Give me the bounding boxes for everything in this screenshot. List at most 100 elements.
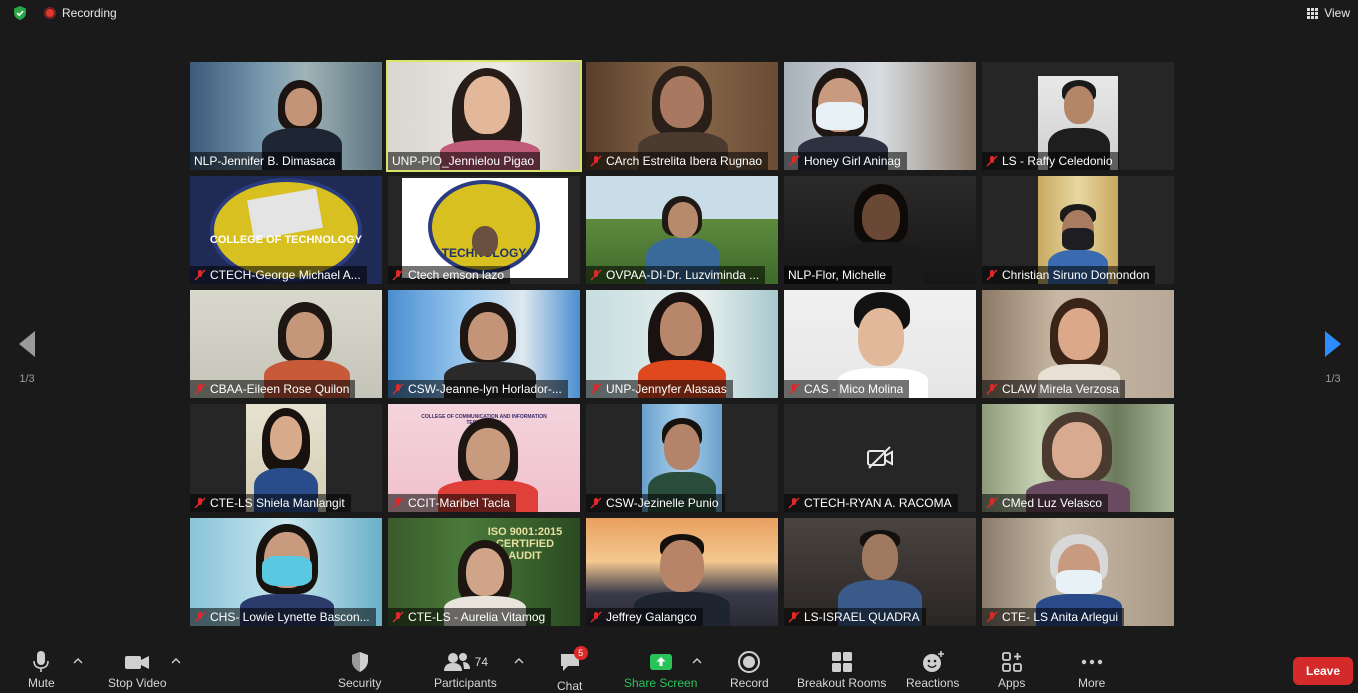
mic-muted-icon [194, 497, 206, 509]
participant-tile[interactable]: COLLEGE OF COMMUNICATION AND INFORMATION… [388, 404, 580, 512]
participant-name: NLP-Flor, Michelle [788, 268, 887, 282]
participant-name: CAS - Mico Molina [804, 382, 904, 396]
participants-button[interactable]: 74 Participants [434, 650, 497, 690]
previous-page-button[interactable]: 1/3 [2, 330, 52, 385]
participant-tile[interactable]: ISO 9001:2015 CERTIFIED AUDIT CTE-LS - A… [388, 518, 580, 626]
breakout-rooms-button[interactable]: Breakout Rooms [797, 650, 886, 690]
arrow-left-icon [19, 331, 35, 357]
video-options-chevron-icon[interactable] [171, 657, 181, 665]
mute-button[interactable]: Mute [28, 650, 55, 690]
stop-video-button[interactable]: Stop Video [108, 650, 167, 690]
mic-muted-icon [986, 155, 998, 167]
chat-unread-badge: 5 [573, 646, 588, 660]
participant-name: LS-ISRAEL QUADRA [804, 610, 920, 624]
share-screen-button[interactable]: Share Screen [624, 650, 697, 690]
share-options-chevron-icon[interactable] [692, 657, 702, 665]
page-indicator-left: 1/3 [19, 373, 35, 385]
gallery-grid: NLP-Jennifer B. Dimasaca UNP-PIO_Jenniel… [190, 60, 1176, 628]
participant-name: CSW-Jeanne-lyn Horlador-... [408, 382, 562, 396]
participant-tile[interactable]: NLP-Flor, Michelle [784, 176, 976, 284]
participant-tile[interactable]: UNP-Jennyfer Alasaas [586, 290, 778, 398]
apps-icon [1001, 652, 1022, 672]
leave-meeting-button[interactable]: Leave [1293, 657, 1353, 685]
apps-button[interactable]: Apps [998, 650, 1025, 690]
stop-video-label: Stop Video [108, 676, 167, 690]
mic-muted-icon [392, 383, 404, 395]
participant-name: Jeffrey Galangco [606, 610, 697, 624]
recording-indicator[interactable]: Recording [44, 6, 117, 20]
participant-name: NLP-Jennifer B. Dimasaca [194, 154, 336, 168]
participant-name: UNP-PIO_Jennielou Pigao [392, 154, 535, 168]
mic-muted-icon [392, 497, 404, 509]
view-button[interactable]: View [1307, 6, 1350, 20]
mute-label: Mute [28, 676, 55, 690]
chat-button[interactable]: 5 Chat [557, 646, 588, 693]
participant-name: CTE-LS - Aurelia Vitamog [408, 610, 546, 624]
participant-name: CTECH-RYAN A. RACOMA [804, 496, 952, 510]
shield-icon [351, 652, 368, 672]
mic-muted-icon [194, 269, 206, 281]
participants-options-chevron-icon[interactable] [514, 657, 524, 665]
participant-name: CLAW Mirela Verzosa [1002, 382, 1119, 396]
participant-name: CSW-Jezinelle Punio [606, 496, 719, 510]
record-button[interactable]: Record [730, 650, 769, 690]
microphone-icon [33, 651, 50, 672]
share-screen-icon [649, 654, 672, 670]
more-button[interactable]: More [1078, 650, 1105, 690]
participants-icon [443, 653, 470, 671]
participant-tile[interactable]: LS-ISRAEL QUADRA [784, 518, 976, 626]
next-page-button[interactable]: 1/3 [1308, 330, 1358, 385]
participant-tile[interactable]: CSW-Jeanne-lyn Horlador-... [388, 290, 580, 398]
reactions-button[interactable]: Reactions [906, 650, 959, 690]
participant-name: CHS- Lowie Lynette Bascon... [210, 610, 370, 624]
participant-tile[interactable]: CSW-Jezinelle Punio [586, 404, 778, 512]
arrow-right-icon [1325, 331, 1341, 357]
mic-muted-icon [986, 269, 998, 281]
recording-dot-icon [44, 7, 56, 19]
participant-tile[interactable]: CTE- LS Anita Arlegui [982, 518, 1174, 626]
mic-muted-icon [986, 497, 998, 509]
participant-tile[interactable]: CTE-LS Shiela Manlangit [190, 404, 382, 512]
participant-tile[interactable]: CLAW Mirela Verzosa [982, 290, 1174, 398]
mic-muted-icon [590, 611, 602, 623]
mic-muted-icon [392, 611, 404, 623]
participant-tile[interactable]: Jeffrey Galangco [586, 518, 778, 626]
mic-muted-icon [590, 383, 602, 395]
security-shield-icon[interactable] [12, 5, 28, 21]
participant-name: CCIT-Maribel Tacla [408, 496, 510, 510]
participant-tile[interactable]: TECHNOLOGY Ctech emson lazo [388, 176, 580, 284]
mic-muted-icon [590, 155, 602, 167]
participant-name: CBAA-Eileen Rose Quilon [210, 382, 350, 396]
participant-tile[interactable]: OVPAA-DI-Dr. Luzviminda ... [586, 176, 778, 284]
participant-tile[interactable]: LS - Raffy Celedonio [982, 62, 1174, 170]
participant-name: OVPAA-DI-Dr. Luzviminda ... [606, 268, 760, 282]
recording-label: Recording [62, 6, 117, 20]
participant-tile-active-speaker[interactable]: UNP-PIO_Jennielou Pigao [386, 60, 582, 172]
participant-tile[interactable]: Honey Girl Aninag [784, 62, 976, 170]
participant-name: CArch Estrelita Ibera Rugnao [606, 154, 763, 168]
participant-name: CTECH-George Michael A... [210, 268, 361, 282]
participant-tile[interactable]: CBAA-Eileen Rose Quilon [190, 290, 382, 398]
participant-tile[interactable]: CAS - Mico Molina [784, 290, 976, 398]
share-screen-label: Share Screen [624, 676, 698, 690]
security-button[interactable]: Security [338, 650, 381, 690]
participant-name: CMed Luz Velasco [1002, 496, 1103, 510]
participant-tile[interactable]: COLLEGE OF TECHNOLOGY CTECH-George Micha… [190, 176, 382, 284]
participant-name: CTE- LS Anita Arlegui [1002, 610, 1119, 624]
participant-name: Christian Siruno Domondon [1002, 268, 1150, 282]
participant-tile[interactable]: CHS- Lowie Lynette Bascon... [190, 518, 382, 626]
record-label: Record [730, 676, 769, 690]
participant-tile[interactable]: Christian Siruno Domondon [982, 176, 1174, 284]
participant-tile[interactable]: CArch Estrelita Ibera Rugnao [586, 62, 778, 170]
participant-tile[interactable]: NLP-Jennifer B. Dimasaca [190, 62, 382, 170]
participant-tile[interactable]: CTECH-RYAN A. RACOMA [784, 404, 976, 512]
record-icon [738, 651, 761, 673]
mic-muted-icon [788, 497, 800, 509]
apps-label: Apps [998, 676, 1026, 690]
participant-name: Honey Girl Aninag [804, 154, 901, 168]
breakout-rooms-icon [831, 652, 852, 672]
view-label: View [1324, 6, 1350, 20]
participant-tile[interactable]: CMed Luz Velasco [982, 404, 1174, 512]
participant-name: LS - Raffy Celedonio [1002, 154, 1113, 168]
audio-options-chevron-icon[interactable] [73, 657, 83, 665]
